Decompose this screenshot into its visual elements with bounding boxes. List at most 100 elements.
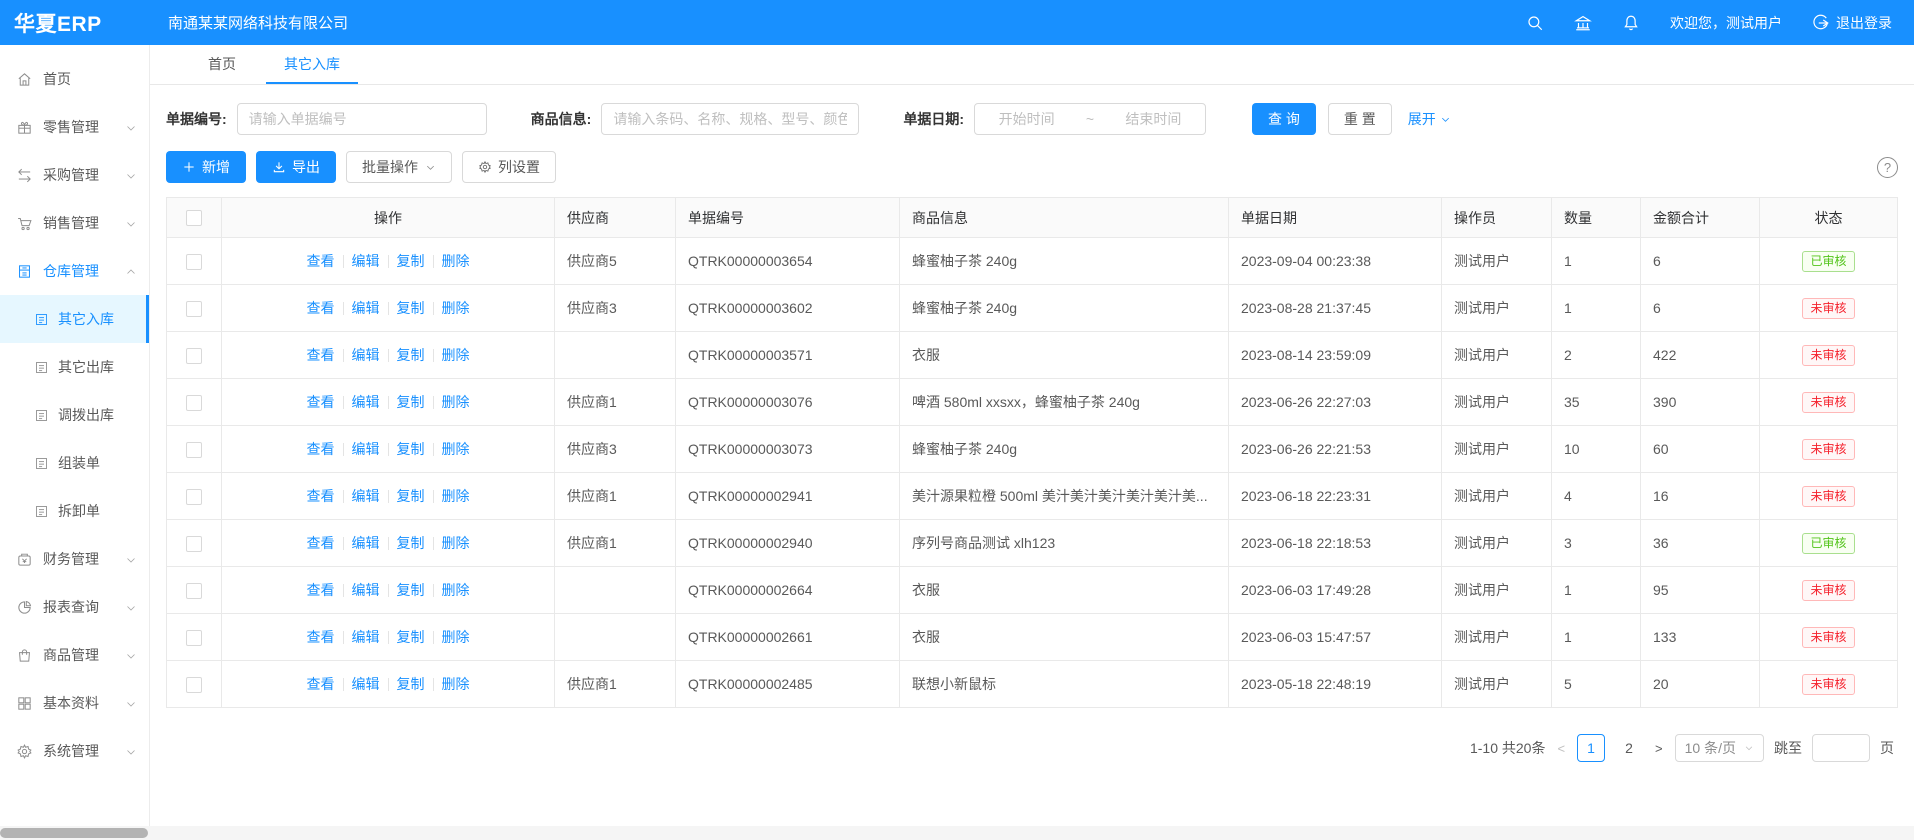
reset-button[interactable]: 重 置 xyxy=(1328,103,1392,135)
search-icon[interactable] xyxy=(1526,14,1544,32)
row-action-copy[interactable]: 复制 xyxy=(397,535,425,551)
product-info-input[interactable] xyxy=(601,103,859,135)
row-action-delete[interactable]: 删除 xyxy=(442,394,470,410)
tab-other-inbound[interactable]: 其它入库 xyxy=(266,45,358,84)
tab-home[interactable]: 首页 xyxy=(190,45,254,84)
row-action-view[interactable]: 查看 xyxy=(307,488,335,504)
date-range-input[interactable]: 开始时间 ~ 结束时间 xyxy=(974,103,1206,135)
row-action-edit[interactable]: 编辑 xyxy=(352,535,380,551)
row-action-edit[interactable]: 编辑 xyxy=(352,394,380,410)
row-checkbox[interactable] xyxy=(186,442,202,458)
expand-link[interactable]: 展开 xyxy=(1408,109,1451,129)
row-action-delete[interactable]: 删除 xyxy=(442,488,470,504)
export-button[interactable]: 导出 xyxy=(256,151,336,183)
sidebar-item-goods[interactable]: 商品管理 xyxy=(0,631,149,679)
page-size-select[interactable]: 10 条/页 xyxy=(1675,734,1764,762)
sidebar-item-basic-data[interactable]: 基本资料 xyxy=(0,679,149,727)
sidebar-subitem-disassembly[interactable]: 拆卸单 xyxy=(0,487,149,535)
row-action-view[interactable]: 查看 xyxy=(307,535,335,551)
row-action-view[interactable]: 查看 xyxy=(307,300,335,316)
row-checkbox[interactable] xyxy=(186,395,202,411)
column-settings-button[interactable]: 列设置 xyxy=(462,151,556,183)
sidebar-item-reports[interactable]: 报表查询 xyxy=(0,583,149,631)
row-action-edit[interactable]: 编辑 xyxy=(352,629,380,645)
horizontal-scrollbar[interactable] xyxy=(0,826,1914,840)
row-action-edit[interactable]: 编辑 xyxy=(352,441,380,457)
row-product: 衣服 xyxy=(900,567,1229,614)
row-action-view[interactable]: 查看 xyxy=(307,253,335,269)
sidebar-subitem-transfer-outbound[interactable]: 调拨出库 xyxy=(0,391,149,439)
row-checkbox[interactable] xyxy=(186,301,202,317)
row-checkbox[interactable] xyxy=(186,583,202,599)
row-action-copy[interactable]: 复制 xyxy=(397,676,425,692)
next-page-button[interactable]: > xyxy=(1653,741,1665,756)
row-checkbox[interactable] xyxy=(186,489,202,505)
row-action-delete[interactable]: 删除 xyxy=(442,300,470,316)
page-button-1[interactable]: 1 xyxy=(1577,734,1605,762)
select-all-checkbox[interactable] xyxy=(186,210,202,226)
row-action-view[interactable]: 查看 xyxy=(307,676,335,692)
row-checkbox[interactable] xyxy=(186,536,202,552)
sidebar-subitem-other-inbound[interactable]: 其它入库 xyxy=(0,295,149,343)
sidebar-subitem-other-outbound[interactable]: 其它出库 xyxy=(0,343,149,391)
sidebar-item-system[interactable]: 系统管理 xyxy=(0,727,149,775)
row-action-copy[interactable]: 复制 xyxy=(397,582,425,598)
logout-button[interactable]: 退出登录 xyxy=(1812,13,1892,33)
row-action-delete[interactable]: 删除 xyxy=(442,582,470,598)
sidebar-item-home[interactable]: 首页 xyxy=(0,55,149,103)
row-action-edit[interactable]: 编辑 xyxy=(352,676,380,692)
row-action-edit[interactable]: 编辑 xyxy=(352,488,380,504)
row-action-edit[interactable]: 编辑 xyxy=(352,253,380,269)
row-checkbox[interactable] xyxy=(186,677,202,693)
row-checkbox[interactable] xyxy=(186,630,202,646)
scrollbar-thumb[interactable] xyxy=(0,828,148,838)
row-action-copy[interactable]: 复制 xyxy=(397,253,425,269)
row-action-delete[interactable]: 删除 xyxy=(442,629,470,645)
row-actions-cell: 查看 编辑 复制 删除 xyxy=(222,520,555,567)
add-label: 新增 xyxy=(202,157,230,177)
row-action-copy[interactable]: 复制 xyxy=(397,488,425,504)
sidebar-item-sales[interactable]: 销售管理 xyxy=(0,199,149,247)
sidebar-item-warehouse[interactable]: 仓库管理 xyxy=(0,247,149,295)
row-action-view[interactable]: 查看 xyxy=(307,347,335,363)
sidebar-item-label: 仓库管理 xyxy=(43,261,125,281)
row-action-delete[interactable]: 删除 xyxy=(442,253,470,269)
row-action-delete[interactable]: 删除 xyxy=(442,441,470,457)
row-action-view[interactable]: 查看 xyxy=(307,441,335,457)
bell-icon[interactable] xyxy=(1622,14,1640,32)
jump-page-input[interactable] xyxy=(1812,734,1870,762)
batch-actions-button[interactable]: 批量操作 xyxy=(346,151,452,183)
bank-icon[interactable] xyxy=(1574,14,1592,32)
row-action-delete[interactable]: 删除 xyxy=(442,535,470,551)
row-action-view[interactable]: 查看 xyxy=(307,582,335,598)
row-checkbox[interactable] xyxy=(186,348,202,364)
row-action-edit[interactable]: 编辑 xyxy=(352,347,380,363)
order-no-input[interactable] xyxy=(237,103,487,135)
row-action-view[interactable]: 查看 xyxy=(307,394,335,410)
search-button[interactable]: 查 询 xyxy=(1252,103,1316,135)
row-action-copy[interactable]: 复制 xyxy=(397,300,425,316)
row-action-copy[interactable]: 复制 xyxy=(397,347,425,363)
row-checkbox[interactable] xyxy=(186,254,202,270)
action-separator xyxy=(388,349,389,362)
prev-page-button[interactable]: < xyxy=(1555,741,1567,756)
cart-icon xyxy=(16,215,33,232)
sidebar-item-purchase[interactable]: 采购管理 xyxy=(0,151,149,199)
row-action-delete[interactable]: 删除 xyxy=(442,347,470,363)
action-separator xyxy=(388,537,389,550)
row-action-delete[interactable]: 删除 xyxy=(442,676,470,692)
row-action-view[interactable]: 查看 xyxy=(307,629,335,645)
row-action-edit[interactable]: 编辑 xyxy=(352,300,380,316)
row-checkbox-cell xyxy=(167,567,222,614)
add-button[interactable]: 新增 xyxy=(166,151,246,183)
sidebar-item-retail[interactable]: 零售管理 xyxy=(0,103,149,151)
row-action-copy[interactable]: 复制 xyxy=(397,441,425,457)
page-button-2[interactable]: 2 xyxy=(1615,734,1643,762)
row-action-copy[interactable]: 复制 xyxy=(397,629,425,645)
help-icon[interactable]: ? xyxy=(1877,157,1898,178)
sidebar-subitem-assembly[interactable]: 组装单 xyxy=(0,439,149,487)
sidebar-item-finance[interactable]: 财务管理 xyxy=(0,535,149,583)
row-action-edit[interactable]: 编辑 xyxy=(352,582,380,598)
row-action-copy[interactable]: 复制 xyxy=(397,394,425,410)
welcome-user[interactable]: 欢迎您，测试用户 xyxy=(1670,13,1782,33)
